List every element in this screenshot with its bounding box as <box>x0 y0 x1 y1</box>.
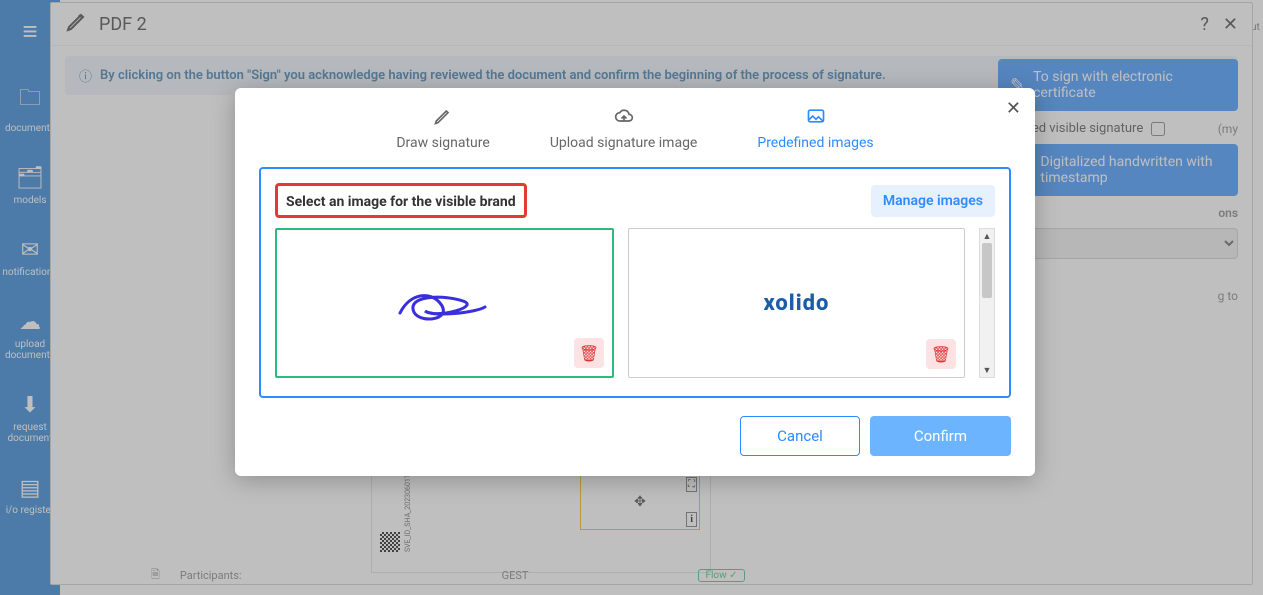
select-image-title: Select an image for the visible brand <box>286 194 516 210</box>
info-icon: ⓘ <box>79 66 92 85</box>
sidebar-item-label: models <box>13 195 46 206</box>
gest-label: GEST <box>502 569 529 582</box>
download-icon: ⬇ <box>21 393 39 418</box>
trash-icon: 🗑 <box>931 345 951 364</box>
manage-images-button[interactable]: Manage images <box>871 185 995 217</box>
signature-placeholder[interactable]: ⛶ ✥ i <box>580 474 700 530</box>
thumbnails-scrollbar[interactable]: ▲ ▼ <box>979 228 995 378</box>
signature-image-modal: ✕ Draw signature Upload signature image … <box>235 88 1035 476</box>
close-panel-icon[interactable]: ✕ <box>1223 14 1238 35</box>
pen-icon <box>65 9 89 39</box>
move-icon[interactable]: ✥ <box>634 494 646 510</box>
tab-label: Predefined images <box>757 135 873 151</box>
participants-label: Participants: <box>180 569 242 582</box>
menu-icon[interactable]: ≡ <box>22 16 37 47</box>
tab-predefined-images[interactable]: Predefined images <box>757 106 873 151</box>
pencil-icon <box>433 106 453 131</box>
sidebar-item-label: documents <box>5 123 55 134</box>
content-header: Select an image for the visible brand Ma… <box>275 183 995 218</box>
sidebar-item-label: i/o register <box>6 505 55 516</box>
trash-icon: 🗑 <box>579 344 599 363</box>
close-modal-icon[interactable]: ✕ <box>1006 98 1021 119</box>
highlight-box: Select an image for the visible brand <box>275 183 527 218</box>
qr-code <box>380 532 400 552</box>
tab-upload-signature[interactable]: Upload signature image <box>550 106 698 151</box>
flow-badge[interactable]: Flow ✓ <box>698 569 744 582</box>
tab-label: Upload signature image <box>550 135 698 151</box>
cloud-upload-icon <box>614 106 634 131</box>
document-title: PDF 2 <box>99 14 147 35</box>
thumbnail-row: 🗑 xolido 🗑 ▲ ▼ <box>275 228 995 378</box>
signature-thumbnail-1[interactable]: 🗑 <box>275 228 614 378</box>
handwritten-signature-icon <box>385 273 505 333</box>
modal-tabs: Draw signature Upload signature image Pr… <box>259 106 1011 151</box>
cut-text: (my <box>1218 122 1238 136</box>
tab-draw-signature[interactable]: Draw signature <box>396 106 489 151</box>
sidebar-item-documents[interactable]: 🗀 documents <box>5 81 55 134</box>
branded-checkbox[interactable] <box>1151 122 1165 136</box>
sidebar-item-models[interactable]: 🗂 models <box>13 166 46 206</box>
delete-thumbnail-button[interactable]: 🗑 <box>574 338 604 368</box>
card-icon: 🗂 <box>16 166 44 191</box>
folder-icon: 🗀 <box>19 81 41 119</box>
scroll-thumb[interactable] <box>982 243 992 298</box>
image-icon <box>806 106 826 131</box>
document-header: PDF 2 ? ✕ <box>51 3 1252 46</box>
mail-icon: ✉ <box>21 238 39 263</box>
tab-label: Draw signature <box>396 135 489 151</box>
signature-thumbnail-2[interactable]: xolido 🗑 <box>628 228 965 378</box>
help-icon[interactable]: ? <box>1200 14 1209 35</box>
scroll-up-icon[interactable]: ▲ <box>980 229 994 243</box>
cancel-button[interactable]: Cancel <box>740 416 860 456</box>
placeholder-info-icon[interactable]: i <box>686 512 697 527</box>
confirm-button[interactable]: Confirm <box>870 416 1011 456</box>
upload-icon: ☁ <box>19 310 41 335</box>
button-label: Digitalized handwritten with timestamp <box>1040 154 1226 186</box>
modal-content: Select an image for the visible brand Ma… <box>259 167 1011 398</box>
book-icon: ▤ <box>20 476 41 501</box>
scroll-down-icon[interactable]: ▼ <box>980 363 994 377</box>
info-text: By clicking on the button "Sign" you ack… <box>100 68 886 83</box>
button-label: To sign with electronic certificate <box>1033 69 1226 101</box>
sidebar-item-io[interactable]: ▤ i/o register <box>6 476 55 516</box>
modal-actions: Cancel Confirm <box>259 416 1011 456</box>
bottom-info-strip: 🗎 Participants: GEST Flow ✓ <box>151 566 1232 584</box>
delete-thumbnail-button[interactable]: 🗑 <box>926 339 956 369</box>
expand-icon[interactable]: ⛶ <box>686 477 697 492</box>
doc-small-icon: 🗎 <box>151 566 160 585</box>
xolido-logo: xolido <box>764 291 830 316</box>
